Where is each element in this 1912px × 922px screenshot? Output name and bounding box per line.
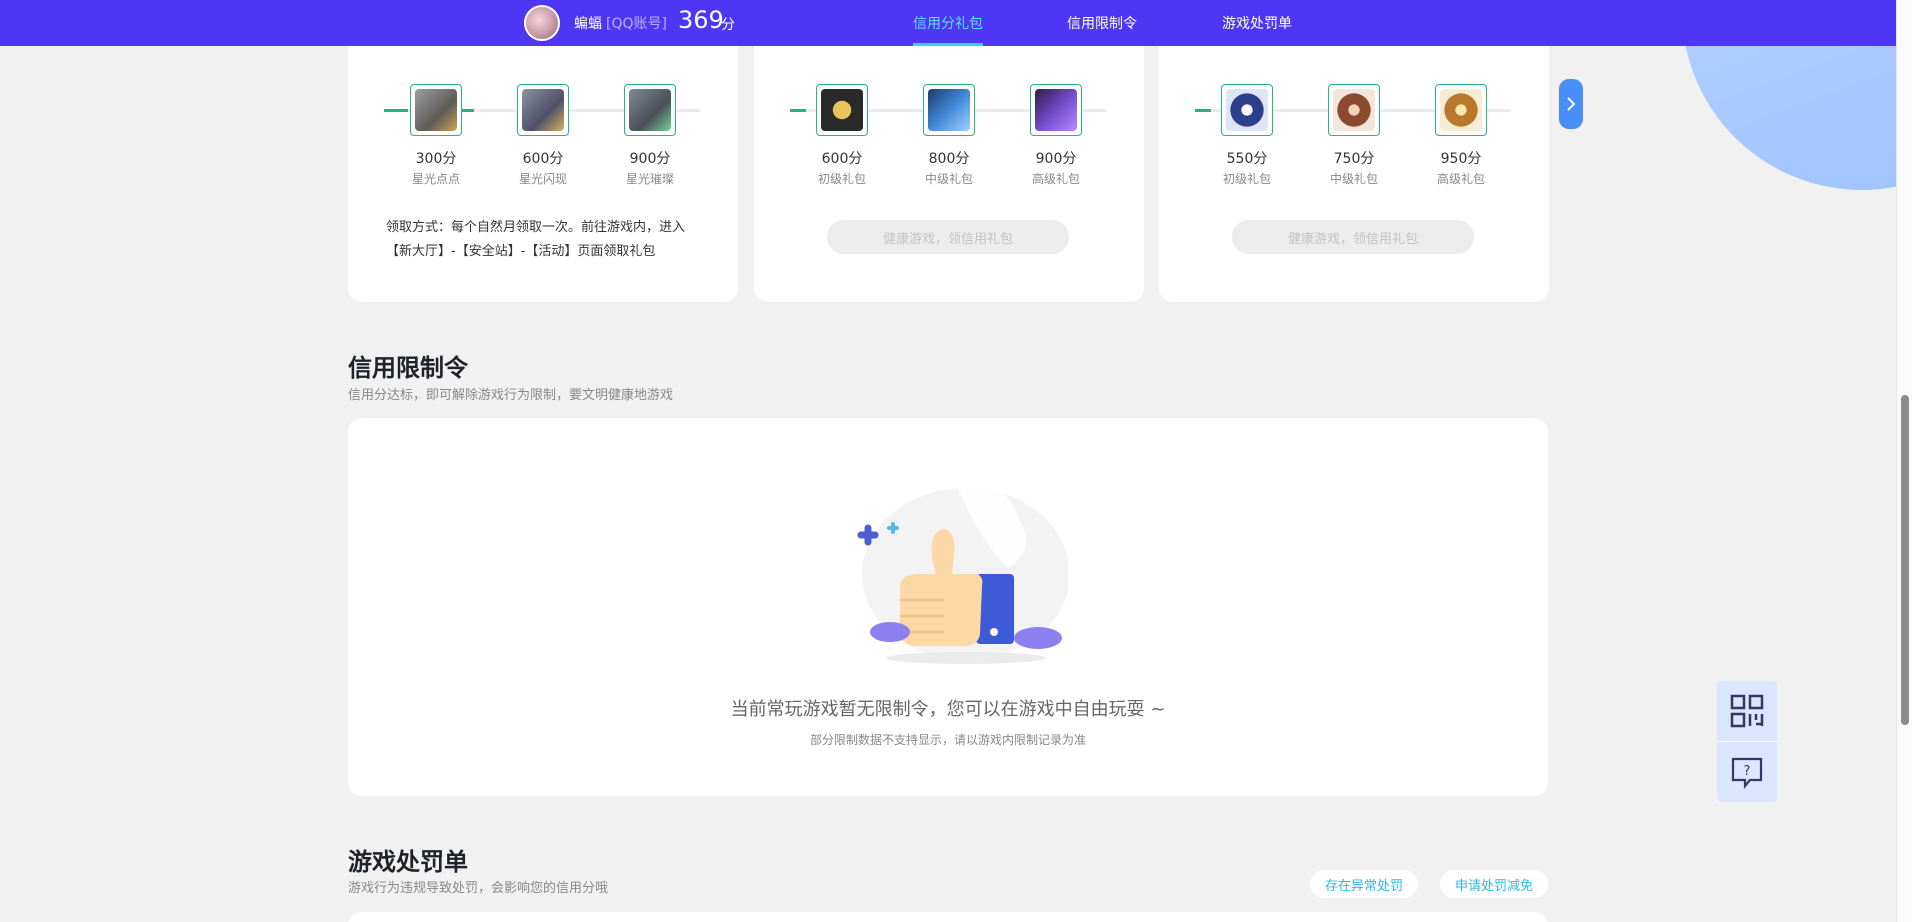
gift-score: 950分 xyxy=(1440,151,1482,167)
gift-name: 星光璀璨 xyxy=(625,172,674,186)
gift-icon-advanced-pack[interactable] xyxy=(1435,84,1487,136)
svg-text:?: ? xyxy=(1744,764,1751,779)
question-chat-icon: ? xyxy=(1731,757,1763,789)
claim-gift-button-disabled[interactable]: 健康游戏，领信用礼包 xyxy=(1232,220,1474,254)
next-arrow-button[interactable] xyxy=(1559,79,1583,129)
chevron-right-icon xyxy=(1567,97,1576,111)
apply-reduction-button[interactable]: 申请处罚减免 xyxy=(1440,870,1548,898)
gift-score: 550分 xyxy=(1226,151,1268,167)
gift-name: 中级礼包 xyxy=(924,172,973,186)
empty-state-subtitle: 部分限制数据不支持显示，请以游戏内限制记录为准 xyxy=(809,733,1086,747)
gift-card-3: 550分 初级礼包 750分 中级礼包 950分 高级礼包 健康游戏，领信用礼包 xyxy=(1159,20,1549,302)
gift-icon-basic-pack[interactable] xyxy=(816,84,868,136)
progress-fill xyxy=(460,109,474,112)
credit-score-unit: 分 xyxy=(721,17,735,33)
gift-icon-basic-pack[interactable] xyxy=(1221,84,1273,136)
account-type: [QQ账号] xyxy=(606,16,667,32)
gift-icon-starlight-brilliant[interactable] xyxy=(624,84,676,136)
active-tab-underline xyxy=(913,43,983,46)
credit-score: 369 xyxy=(678,6,724,34)
qr-code-button[interactable] xyxy=(1717,681,1777,741)
gift-score: 300分 xyxy=(415,151,457,167)
tab-credit-restriction[interactable]: 信用限制令 xyxy=(1067,13,1137,33)
gift-name: 高级礼包 xyxy=(1436,172,1485,186)
claim-note: 领取方式：每个自然月领取一次。前往游戏内，进入【新大厅】-【安全站】-【活动】页… xyxy=(386,220,686,259)
gift-icon-starlight-dot[interactable] xyxy=(410,84,462,136)
gift-name: 中级礼包 xyxy=(1329,172,1378,186)
gift-name: 高级礼包 xyxy=(1031,172,1080,186)
gift-name: 星光点点 xyxy=(411,172,460,186)
progress-fill xyxy=(1195,109,1211,112)
gift-icon-mid-pack[interactable] xyxy=(1328,84,1380,136)
help-button[interactable]: ? xyxy=(1717,742,1777,802)
tab-game-penalty[interactable]: 游戏处罚单 xyxy=(1222,13,1292,33)
penalty-subtitle: 游戏行为违规导致处罚，会影响您的信用分哦 xyxy=(348,881,609,896)
username: 蝙蝠 xyxy=(574,16,602,32)
abnormal-penalty-button[interactable]: 存在异常处罚 xyxy=(1310,870,1418,898)
claim-gift-button-disabled[interactable]: 健康游戏，领信用礼包 xyxy=(827,220,1069,254)
progress-fill xyxy=(790,109,806,112)
qr-code-icon xyxy=(1730,694,1764,728)
gift-name: 初级礼包 xyxy=(1222,172,1271,186)
gift-card-1: 300分 星光点点 600分 星光闪现 900分 星光璀璨 领取方式：每个自然月… xyxy=(348,20,738,302)
gift-score: 800分 xyxy=(928,151,970,167)
gift-score: 600分 xyxy=(821,151,863,167)
empty-state-title: 当前常玩游戏暂无限制令，您可以在游戏中自由玩耍 ~ xyxy=(730,699,1166,720)
gift-score: 900分 xyxy=(1035,151,1077,167)
penalty-card xyxy=(348,912,1548,922)
scrollbar-thumb[interactable] xyxy=(1901,395,1909,725)
gift-icon-advanced-pack[interactable] xyxy=(1030,84,1082,136)
thumbs-up-illustration-icon xyxy=(857,486,1068,664)
penalty-title: 游戏处罚单 xyxy=(348,848,468,876)
restriction-empty-card: 当前常玩游戏暂无限制令，您可以在游戏中自由玩耍 ~ 部分限制数据不支持显示，请以… xyxy=(348,418,1548,796)
gift-score: 750分 xyxy=(1333,151,1375,167)
restriction-title: 信用限制令 xyxy=(348,354,468,382)
gift-icon-mid-pack[interactable] xyxy=(923,84,975,136)
gift-name: 星光闪现 xyxy=(518,172,567,186)
top-header: 蝙蝠 [QQ账号] 369 分 信用分礼包 信用限制令 游戏处罚单 xyxy=(0,0,1896,46)
progress-fill xyxy=(384,109,408,112)
tab-credit-gift[interactable]: 信用分礼包 xyxy=(913,13,983,33)
vertical-scrollbar[interactable] xyxy=(1896,0,1912,922)
gift-card-2: 600分 初级礼包 800分 中级礼包 900分 高级礼包 健康游戏，领信用礼包 xyxy=(754,20,1144,302)
gift-name: 初级礼包 xyxy=(817,172,866,186)
restriction-subtitle: 信用分达标，即可解除游戏行为限制，要文明健康地游戏 xyxy=(348,388,674,403)
gift-score: 600分 xyxy=(522,151,564,167)
avatar[interactable] xyxy=(524,5,560,41)
gift-icon-starlight-flash[interactable] xyxy=(517,84,569,136)
floating-toolbar: ? xyxy=(1717,681,1777,802)
gift-score: 900分 xyxy=(629,151,671,167)
